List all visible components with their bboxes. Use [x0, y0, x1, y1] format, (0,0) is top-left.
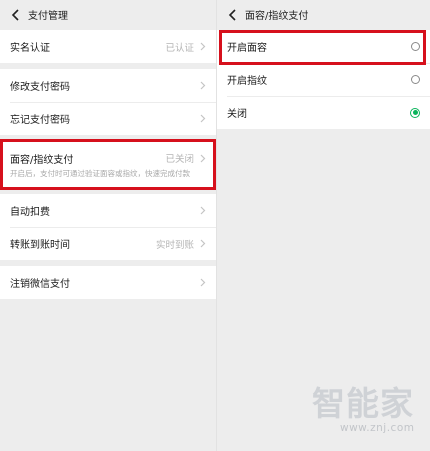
row-description: 开启后，支付时可通过验证面容或指纹，快速完成付款 — [10, 168, 190, 178]
navbar: 支付管理 — [0, 0, 216, 29]
radio-unselected-icon[interactable] — [411, 75, 420, 84]
row-transfer-arrival-time[interactable]: 转账到账时间 实时到账 — [0, 227, 216, 260]
row-cancel-wechat-pay[interactable]: 注销微信支付 — [0, 266, 216, 299]
row-label: 面容/指纹支付 — [10, 154, 74, 166]
radio-selected-icon[interactable] — [410, 107, 420, 118]
option-enable-fingerprint[interactable]: 开启指纹 — [217, 63, 430, 96]
chevron-right-icon — [200, 114, 206, 123]
row-value: 已关闭 — [165, 154, 194, 165]
row-forgot-password[interactable]: 忘记支付密码 — [0, 102, 216, 135]
back-button[interactable] — [8, 8, 22, 22]
page-title: 支付管理 — [28, 11, 68, 22]
row-label: 实名认证 — [10, 43, 50, 54]
chevron-right-icon — [200, 239, 206, 248]
chevron-right-icon — [200, 42, 206, 51]
chevron-right-icon — [200, 154, 206, 163]
row-change-password[interactable]: 修改支付密码 — [0, 69, 216, 102]
navbar: 面容/指纹支付 — [217, 0, 430, 29]
option-label: 开启指纹 — [227, 76, 267, 87]
radio-unselected-icon[interactable] — [411, 42, 420, 51]
back-button[interactable] — [225, 8, 239, 22]
chevron-right-icon — [200, 81, 206, 90]
chevron-right-icon — [200, 278, 206, 287]
option-label: 开启面容 — [227, 43, 267, 54]
payment-management-screen: 支付管理 实名认证 已认证 修改支付密码 忘记支付密码 面容/指纹支付 已关闭 — [0, 0, 216, 451]
group-identity: 实名认证 已认证 — [0, 30, 216, 63]
chevron-right-icon — [200, 206, 206, 215]
row-value: 实时到账 — [155, 239, 194, 251]
row-real-name-auth[interactable]: 实名认证 已认证 — [0, 30, 216, 63]
row-label: 忘记支付密码 — [10, 115, 70, 126]
row-auto-deduct[interactable]: 自动扣费 — [0, 194, 216, 227]
option-off[interactable]: 关闭 — [217, 96, 430, 129]
page-title: 面容/指纹支付 — [245, 11, 309, 22]
chevron-left-icon — [11, 8, 19, 21]
option-label: 关闭 — [227, 109, 247, 120]
row-value: 已认证 — [165, 42, 194, 54]
option-list: 开启面容 开启指纹 关闭 — [217, 30, 430, 129]
row-label: 转账到账时间 — [10, 240, 70, 251]
group-cancel: 注销微信支付 — [0, 266, 216, 299]
row-label: 修改支付密码 — [10, 82, 70, 93]
watermark-url: www.znj.com — [340, 422, 415, 434]
row-label: 自动扣费 — [10, 207, 50, 218]
group-password: 修改支付密码 忘记支付密码 — [0, 69, 216, 135]
group-biometric: 面容/指纹支付 已关闭 开启后，支付时可通过验证面容或指纹，快速完成付款 — [0, 141, 216, 188]
option-enable-face[interactable]: 开启面容 — [217, 30, 430, 63]
row-face-fingerprint-pay[interactable]: 面容/指纹支付 已关闭 开启后，支付时可通过验证面容或指纹，快速完成付款 — [0, 141, 216, 188]
row-label: 注销微信支付 — [10, 279, 70, 290]
watermark: 智能家 www.znj.com — [312, 384, 424, 435]
group-transfer: 自动扣费 转账到账时间 实时到账 — [0, 194, 216, 260]
chevron-left-icon — [228, 8, 236, 21]
watermark-logo: 智能家 — [312, 384, 414, 423]
